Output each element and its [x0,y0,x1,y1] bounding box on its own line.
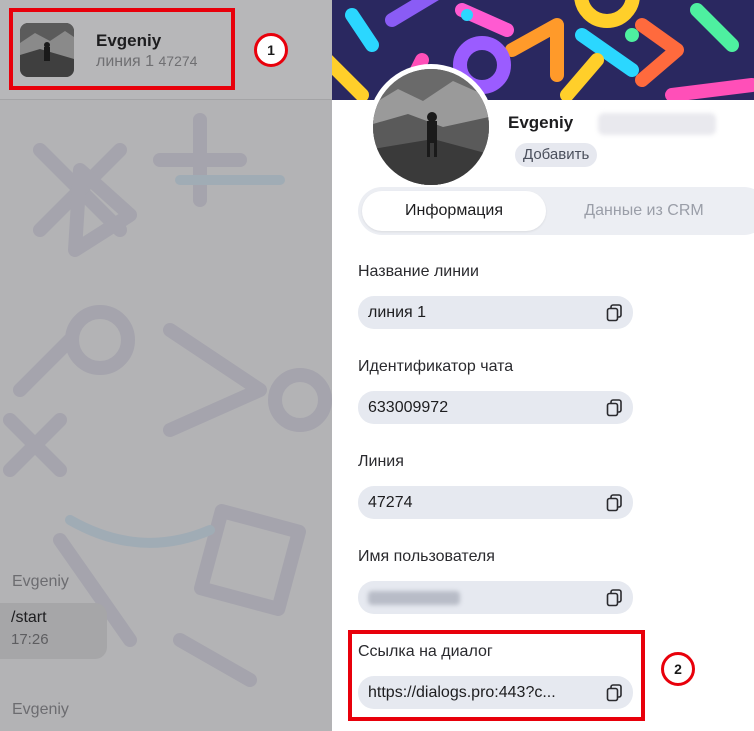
message-sender: Evgeniy [12,573,69,590]
chat-id-field: 633009972 [358,391,633,424]
message-time: 17:26 [11,631,49,648]
copy-icon[interactable] [606,589,623,607]
profile-handle-redacted [598,113,716,135]
username-value-redacted [368,591,460,605]
contact-info-panel: Evgeniy Добавить Информация Данные из CR… [332,0,754,731]
line-field: 47274 [358,486,633,519]
copy-icon[interactable] [606,494,623,512]
profile-avatar [368,64,494,190]
line-value: 47274 [368,494,413,511]
annotation-badge-1: 1 [254,33,288,67]
username-field [358,581,633,614]
annotation-box-2 [348,630,645,721]
copy-icon[interactable] [606,304,623,322]
message-text: /start [11,609,47,626]
chat-id-label: Идентификатор чата [358,358,514,375]
copy-icon[interactable] [606,399,623,417]
chat-pane: Evgeniy линия 1 47274 Evgeniy /start 17:… [0,0,332,731]
add-contact-button[interactable]: Добавить [515,143,598,167]
line-name-label: Название линии [358,263,479,280]
username-label: Имя пользователя [358,548,495,565]
annotation-box-1 [9,8,235,90]
annotation-badge-2: 2 [661,652,695,686]
line-label: Линия [358,453,404,470]
tab-crm-data[interactable]: Данные из CRM [554,191,734,231]
profile-photo [373,69,489,185]
line-name-value: линия 1 [368,304,427,321]
line-name-field: линия 1 [358,296,633,329]
chat-id-value: 633009972 [368,399,449,416]
message-sender: Evgeniy [12,701,69,718]
info-tabs: Информация Данные из CRM [358,187,754,235]
profile-name: Evgeniy [508,113,574,132]
tab-info[interactable]: Информация [362,191,546,231]
